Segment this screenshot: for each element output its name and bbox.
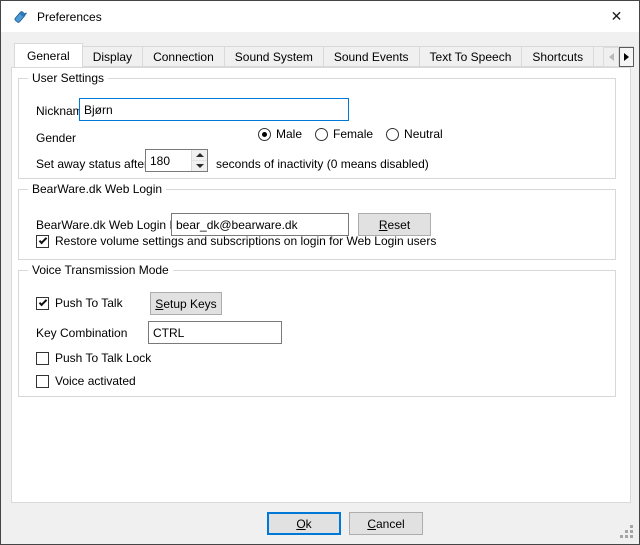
close-button[interactable]: ✕: [594, 1, 639, 32]
checkbox-unchecked-icon: [36, 375, 49, 388]
checkbox-unchecked-icon: [36, 352, 49, 365]
radio-unselected-icon: [315, 128, 328, 141]
reset-button[interactable]: Reset: [358, 213, 431, 236]
arrow-down-icon: [196, 164, 204, 168]
cancel-button[interactable]: Cancel: [349, 512, 423, 535]
web-login-id-input[interactable]: [171, 213, 349, 236]
restore-volume-checkbox[interactable]: Restore volume settings and subscription…: [36, 234, 436, 248]
group-title: Voice Transmission Mode: [28, 263, 173, 277]
chevron-right-icon: [624, 53, 629, 61]
gender-radio-group: Male Female Neutral: [258, 127, 456, 141]
tab-connection[interactable]: Connection: [142, 46, 225, 67]
key-combination-label: Key Combination: [36, 326, 127, 340]
away-status-suffix-label: seconds of inactivity (0 means disabled): [216, 157, 429, 171]
tab-scroll-left-button: [603, 47, 619, 67]
radio-male[interactable]: Male: [258, 127, 302, 141]
tab-sound-events[interactable]: Sound Events: [323, 46, 420, 67]
gender-label: Gender: [36, 131, 76, 145]
spin-down-button[interactable]: [192, 160, 207, 170]
tab-strip: General Display Connection Sound System …: [14, 42, 634, 67]
nickname-input[interactable]: [79, 98, 349, 121]
checkbox-checked-icon: [36, 297, 49, 310]
setup-keys-button[interactable]: Setup Keys: [150, 292, 222, 315]
push-to-talk-checkbox[interactable]: Push To Talk: [36, 296, 123, 310]
ok-button[interactable]: Ok: [267, 512, 341, 535]
radio-unselected-icon: [386, 128, 399, 141]
arrow-up-icon: [196, 153, 204, 157]
app-icon: [12, 9, 28, 25]
tab-text-to-speech[interactable]: Text To Speech: [419, 46, 523, 67]
away-seconds-spinbox[interactable]: 180: [145, 149, 208, 172]
spin-up-button[interactable]: [192, 150, 207, 160]
radio-female[interactable]: Female: [315, 127, 373, 141]
checkmark-icon: [39, 235, 47, 243]
spinbox-value: 180: [150, 154, 170, 168]
radio-neutral[interactable]: Neutral: [386, 127, 443, 141]
user-settings-group: User Settings Nickname Gender Male Femal…: [18, 78, 616, 179]
tab-general[interactable]: General: [14, 43, 83, 67]
checkbox-checked-icon: [36, 235, 49, 248]
web-login-id-label: BearWare.dk Web Login ID: [36, 218, 181, 232]
title-bar[interactable]: Preferences ✕: [1, 1, 639, 32]
spinbox-buttons: [191, 150, 207, 171]
tab-display[interactable]: Display: [82, 46, 143, 67]
radio-selected-icon: [258, 128, 271, 141]
tab-scroll-right-button[interactable]: [619, 47, 634, 67]
tab-shortcuts[interactable]: Shortcuts: [521, 46, 594, 67]
checkmark-icon: [39, 297, 47, 305]
group-title: BearWare.dk Web Login: [28, 182, 166, 196]
push-to-talk-lock-checkbox[interactable]: Push To Talk Lock: [36, 351, 151, 365]
preferences-dialog: Preferences ✕ General Display Connection…: [0, 0, 640, 545]
web-login-group: BearWare.dk Web Login BearWare.dk Web Lo…: [18, 189, 616, 260]
voice-transmission-group: Voice Transmission Mode Push To Talk Set…: [18, 270, 616, 397]
chevron-left-icon: [609, 53, 614, 61]
voice-activated-checkbox[interactable]: Voice activated: [36, 374, 136, 388]
away-status-label: Set away status after: [36, 157, 148, 171]
resize-grip-icon[interactable]: [620, 525, 633, 538]
window-title: Preferences: [37, 10, 102, 24]
general-tab-pane: User Settings Nickname Gender Male Femal…: [11, 67, 631, 503]
key-combination-input[interactable]: [148, 321, 282, 344]
group-title: User Settings: [28, 71, 108, 85]
tab-sound-system[interactable]: Sound System: [224, 46, 324, 67]
